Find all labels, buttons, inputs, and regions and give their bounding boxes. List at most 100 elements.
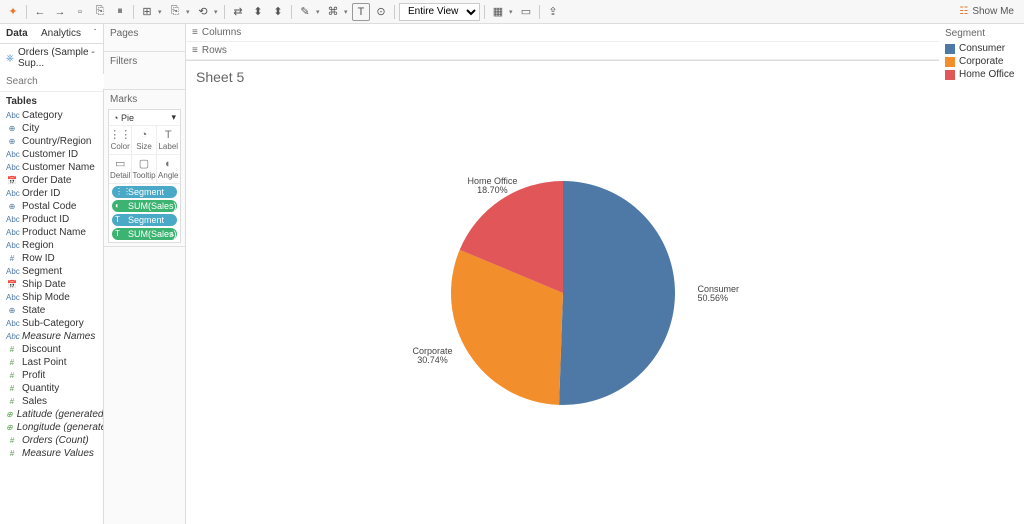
columns-shelf[interactable]: ≡Columns — [186, 24, 939, 42]
pause-icon[interactable]: ⏸ — [111, 3, 129, 21]
field-type-icon: ⊕ — [6, 423, 13, 432]
field-type-icon: Abc — [6, 215, 18, 224]
field-discount[interactable]: #Discount — [0, 343, 103, 356]
tooltip-icon: ▢ — [132, 158, 155, 170]
field-postal-code[interactable]: ⊕Postal Code — [0, 200, 103, 213]
tab-analytics[interactable]: Analytics — [35, 24, 87, 43]
field-region[interactable]: AbcRegion — [0, 239, 103, 252]
back-icon[interactable]: ← — [31, 3, 49, 21]
detail-icon: ▭ — [109, 158, 131, 170]
field-longitude-generated-[interactable]: ⊕Longitude (generated) — [0, 421, 103, 434]
field-label: Postal Code — [22, 201, 76, 212]
field-segment[interactable]: AbcSegment — [0, 265, 103, 278]
legend-item-consumer[interactable]: Consumer — [945, 42, 1018, 55]
field-label: Category — [22, 110, 63, 121]
field-type-icon: ⊕ — [6, 124, 18, 133]
chart-area: Sheet 5 Consumer50.56%Corporate30.74%Hom… — [186, 61, 939, 524]
sheet-title[interactable]: Sheet 5 — [196, 69, 244, 85]
field-sub-category[interactable]: AbcSub-Category — [0, 317, 103, 330]
field-label: State — [22, 305, 45, 316]
pill-segment[interactable]: ⋮⋮Segment — [112, 186, 177, 198]
mark-detail[interactable]: ▭Detail — [109, 155, 132, 184]
presentation-icon[interactable]: ▭ — [517, 3, 535, 21]
cards-icon[interactable]: ▦ — [489, 3, 507, 21]
field-quantity[interactable]: #Quantity — [0, 382, 103, 395]
mark-type-select[interactable]: ◔ Pie▾ — [109, 110, 180, 126]
field-type-icon: # — [6, 397, 18, 406]
field-ship-mode[interactable]: AbcShip Mode — [0, 291, 103, 304]
mark-color[interactable]: ⋮⋮Color — [109, 126, 132, 155]
clear-icon[interactable]: ⟲ — [194, 3, 212, 21]
field-ship-date[interactable]: 📅Ship Date — [0, 278, 103, 291]
duplicate-icon[interactable]: ⎘ — [166, 3, 184, 21]
highlight-icon[interactable]: ✎ — [296, 3, 314, 21]
mark-size[interactable]: ◔Size — [132, 126, 156, 155]
labels-icon[interactable]: T — [352, 3, 370, 21]
pie-chart[interactable] — [448, 178, 678, 408]
field-type-icon: Abc — [6, 150, 18, 159]
share-icon[interactable]: ⇪ — [544, 3, 562, 21]
pages-shelf[interactable]: Pages — [104, 24, 185, 52]
swap-icon[interactable]: ⇄ — [229, 3, 247, 21]
field-orders-count-[interactable]: #Orders (Count) — [0, 434, 103, 447]
legend-pane: Segment ConsumerCorporateHome Office — [939, 24, 1024, 524]
forward-icon[interactable]: → — [51, 3, 69, 21]
fit-select[interactable]: Entire View — [399, 3, 480, 21]
field-measure-names[interactable]: AbcMeasure Names — [0, 330, 103, 343]
field-label: Customer ID — [22, 149, 78, 160]
pin-icon[interactable]: ⊙ — [372, 3, 390, 21]
save-icon[interactable]: ▫ — [71, 3, 89, 21]
datasource-icon: ⎈ — [6, 53, 14, 64]
field-last-point[interactable]: #Last Point — [0, 356, 103, 369]
field-label: Ship Mode — [22, 292, 70, 303]
field-city[interactable]: ⊕City — [0, 122, 103, 135]
pie-slice-consumer[interactable] — [559, 181, 675, 405]
field-latitude-generated-[interactable]: ⊕Latitude (generated) — [0, 408, 103, 421]
control-pane: Pages Filters Marks ◔ Pie▾ ⋮⋮Color◔SizeT… — [104, 24, 186, 524]
marks-shelf: Marks ◔ Pie▾ ⋮⋮Color◔SizeTLabel▭Detail▢T… — [104, 90, 185, 247]
field-state[interactable]: ⊕State — [0, 304, 103, 317]
datasource-row[interactable]: ⎈ Orders (Sample - Sup... — [0, 44, 103, 72]
mark-label[interactable]: TLabel — [157, 126, 180, 155]
pill-sum-sales-[interactable]: TSUM(Sales)▵ — [112, 228, 177, 240]
field-row-id[interactable]: #Row ID — [0, 252, 103, 265]
pill-sum-sales-[interactable]: ◐SUM(Sales) — [112, 200, 177, 212]
field-profit[interactable]: #Profit — [0, 369, 103, 382]
show-me-icon: ☷ — [959, 6, 968, 17]
tab-context-icon[interactable]: · — [87, 24, 103, 43]
new-worksheet-icon[interactable]: ⊞ — [138, 3, 156, 21]
field-category[interactable]: AbcCategory — [0, 109, 103, 122]
pill-icon: ⋮⋮ — [115, 187, 131, 196]
size-icon: ◔ — [132, 129, 155, 141]
field-product-name[interactable]: AbcProduct Name — [0, 226, 103, 239]
group-icon[interactable]: ⌘ — [324, 3, 342, 21]
toolbar: ✦ ← → ▫ ⎘ ⏸ ⊞▾ ⎘▾ ⟲▾ ⇄ ⬍ ⬍ ✎▾ ⌘▾ T ⊙ Ent… — [0, 0, 1024, 24]
pill-segment[interactable]: TSegment — [112, 214, 177, 226]
rows-shelf[interactable]: ≡Rows — [186, 42, 939, 60]
field-sales[interactable]: # Sales — [0, 395, 103, 408]
field-measure-values[interactable]: #Measure Values — [0, 447, 103, 460]
legend-item-corporate[interactable]: Corporate — [945, 55, 1018, 68]
mark-tooltip[interactable]: ▢Tooltip — [132, 155, 156, 184]
field-type-icon: Abc — [6, 319, 18, 328]
tableau-logo-icon[interactable]: ✦ — [4, 3, 22, 21]
field-customer-name[interactable]: AbcCustomer Name — [0, 161, 103, 174]
field-country-region[interactable]: ⊕Country/Region — [0, 135, 103, 148]
filters-shelf[interactable]: Filters — [104, 52, 185, 90]
field-product-id[interactable]: AbcProduct ID — [0, 213, 103, 226]
new-datasource-icon[interactable]: ⎘ — [91, 3, 109, 21]
legend-item-home-office[interactable]: Home Office — [945, 68, 1018, 81]
rows-icon: ≡ — [192, 45, 198, 56]
field-customer-id[interactable]: Abc Customer ID — [0, 148, 103, 161]
sort-desc-icon[interactable]: ⬍ — [269, 3, 287, 21]
field-label: Sales — [22, 396, 47, 407]
sort-asc-icon[interactable]: ⬍ — [249, 3, 267, 21]
field-type-icon: # — [6, 345, 18, 354]
show-me-button[interactable]: ☷ Show Me — [953, 4, 1020, 19]
columns-icon: ≡ — [192, 27, 198, 38]
field-order-date[interactable]: 📅Order Date — [0, 174, 103, 187]
tab-data[interactable]: Data — [0, 24, 35, 43]
field-order-id[interactable]: AbcOrder ID — [0, 187, 103, 200]
legend-swatch — [945, 44, 955, 54]
mark-angle[interactable]: ◐Angle — [157, 155, 180, 184]
